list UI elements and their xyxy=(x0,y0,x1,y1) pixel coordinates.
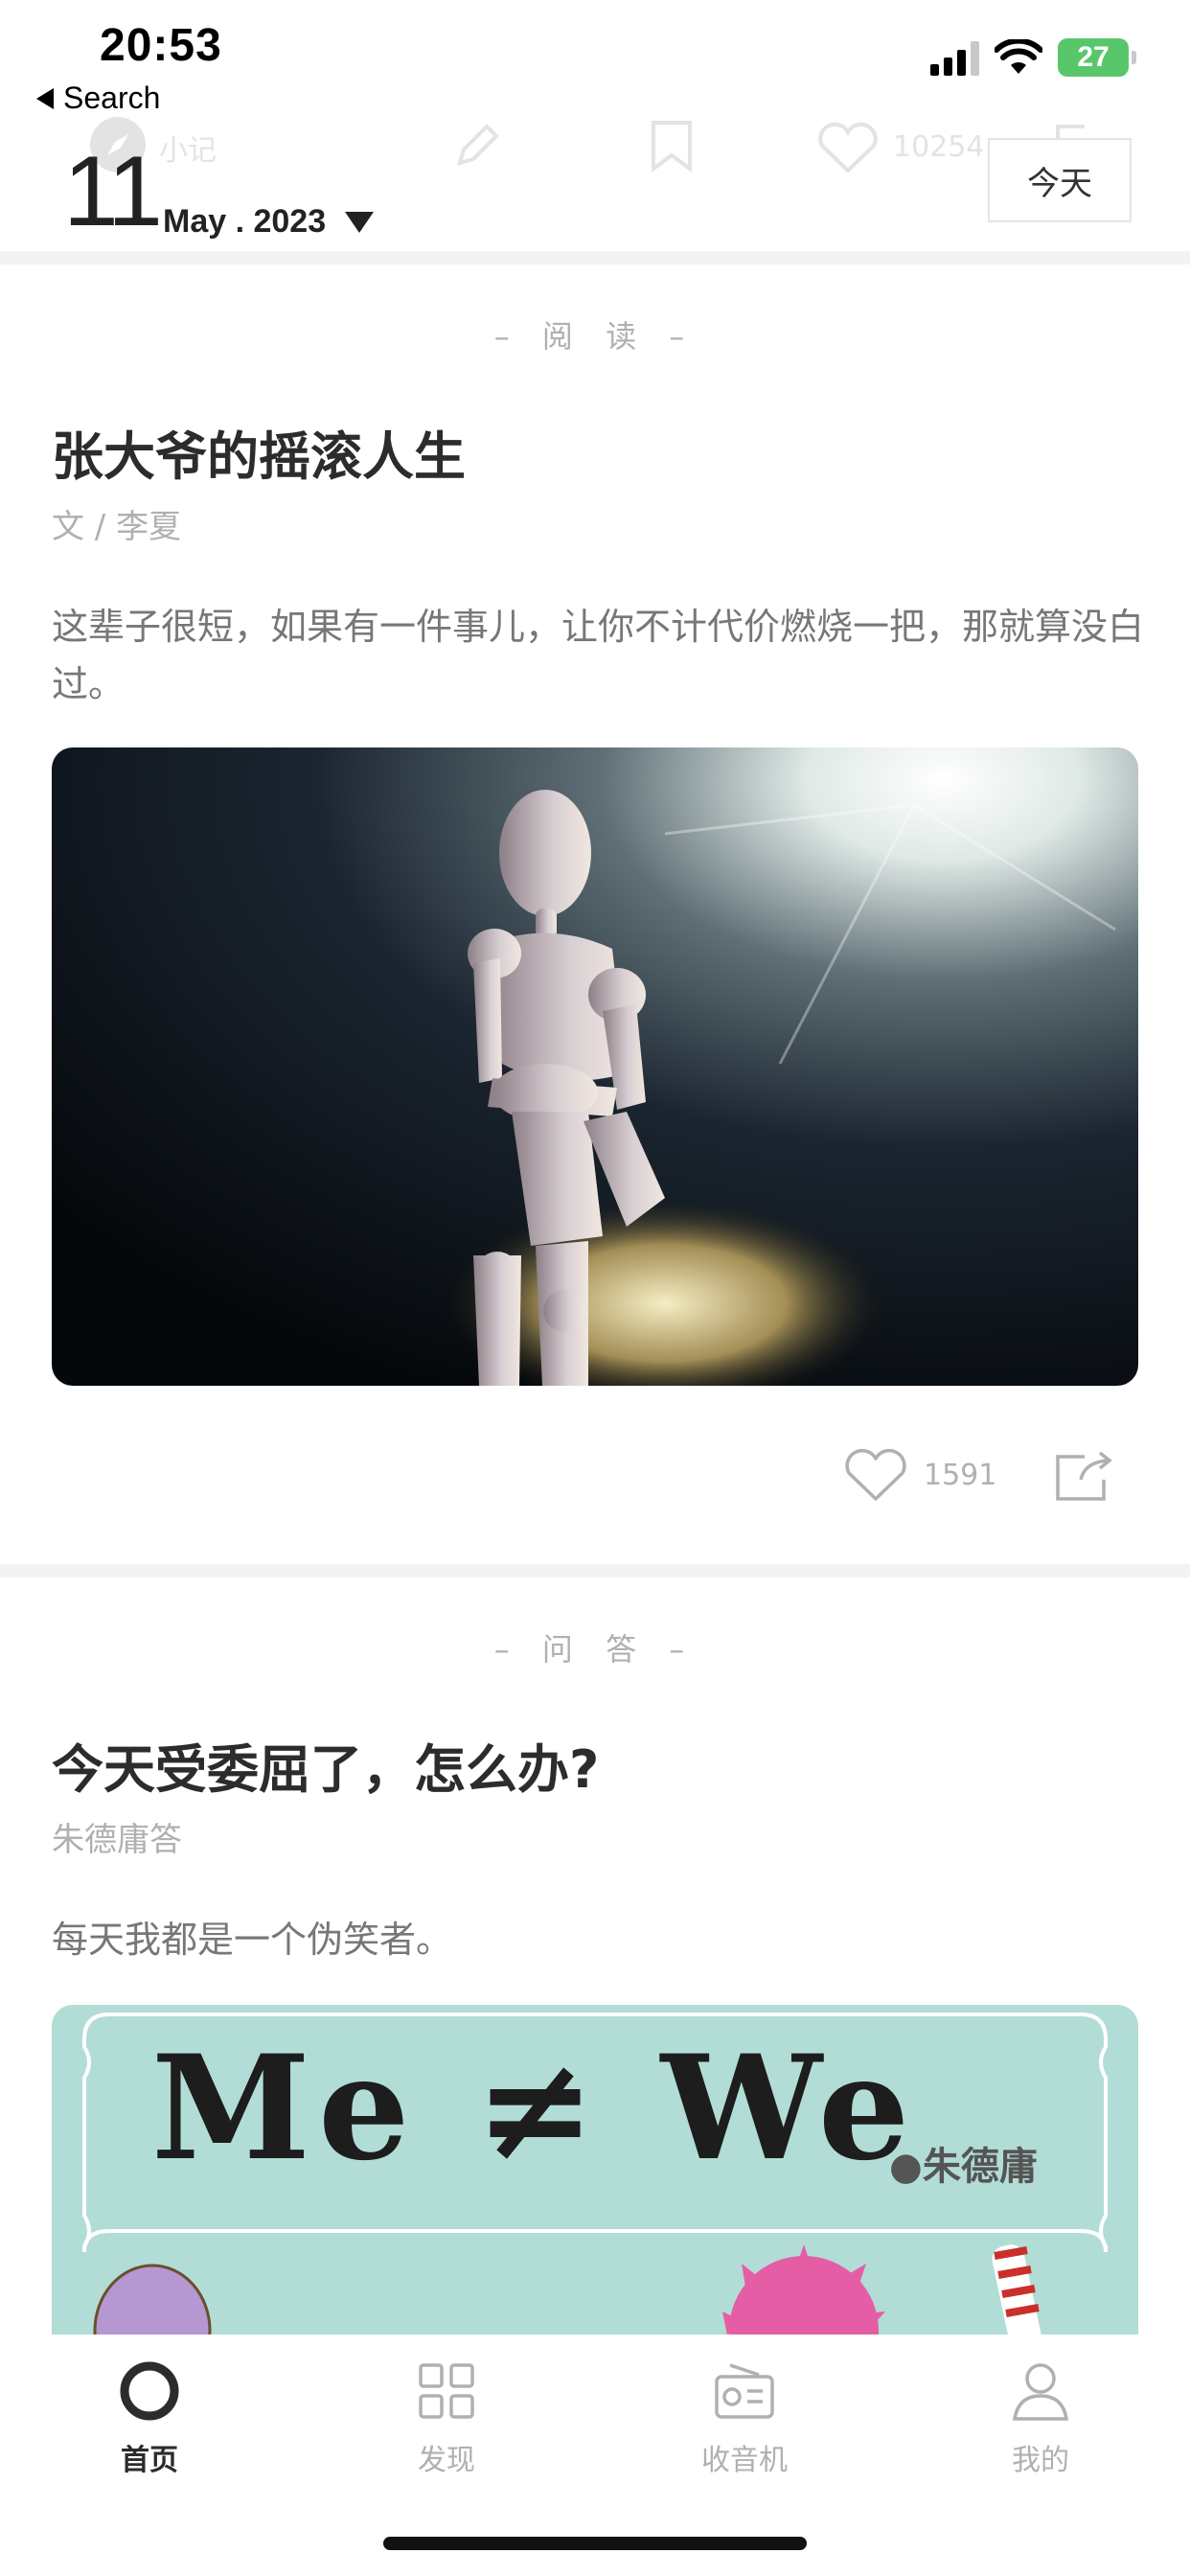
battery-icon: 27 xyxy=(1058,38,1136,77)
illustration-author: ●朱德庸 xyxy=(889,2144,1038,2189)
wifi-icon xyxy=(995,39,1042,74)
home-ring-icon xyxy=(120,2361,179,2421)
battery-level: 27 xyxy=(1077,41,1110,73)
article-excerpt: 这辈子很短，如果有一件事儿，让你不计代价燃烧一把，那就算没白过。 xyxy=(52,606,1145,705)
heart-icon xyxy=(845,1448,906,1501)
month-picker[interactable]: May . 2023 xyxy=(163,203,375,241)
back-to-search-button[interactable]: Search xyxy=(36,80,160,116)
status-bar: 20:53 Search 27 xyxy=(0,0,1190,125)
caret-down-icon xyxy=(345,211,375,233)
bookmark-icon xyxy=(652,121,692,172)
article-author: 文 / 李夏 xyxy=(52,508,182,546)
tab-discover[interactable]: 发现 xyxy=(341,2359,552,2478)
back-arrow-icon xyxy=(36,87,54,109)
article-author: 朱德庸答 xyxy=(52,1821,182,1859)
month-year-label: May . 2023 xyxy=(163,203,327,240)
grid-icon xyxy=(419,2363,474,2419)
category-label: – 问 答 – xyxy=(493,1631,697,1668)
section-divider xyxy=(0,1564,1190,1577)
section-divider xyxy=(0,251,1190,264)
pencil-icon xyxy=(457,124,499,166)
heart-outline-icon xyxy=(818,122,878,173)
article-excerpt: 每天我都是一个伪笑者。 xyxy=(52,1919,453,1961)
status-time: 20:53 xyxy=(100,20,222,71)
share-icon[interactable] xyxy=(1052,1449,1115,1505)
article-image[interactable]: Me ≠ We ●朱德庸 xyxy=(52,2005,1138,2340)
article-image[interactable] xyxy=(52,748,1138,1386)
tab-radio[interactable]: 收音机 xyxy=(639,2359,850,2478)
wooden-mannequin-image xyxy=(52,748,1138,1386)
like-count: 1591 xyxy=(924,1458,997,1492)
tab-label: 首页 xyxy=(121,2444,178,2477)
category-label: – 阅 读 – xyxy=(493,318,697,355)
tab-home[interactable]: 首页 xyxy=(44,2359,255,2478)
tab-profile[interactable]: 我的 xyxy=(935,2359,1146,2478)
faded-like-count: 10254 xyxy=(893,130,985,164)
tab-label: 收音机 xyxy=(701,2444,788,2477)
radio-icon xyxy=(715,2363,774,2419)
today-button[interactable]: 今天 xyxy=(988,138,1132,222)
user-icon xyxy=(1012,2363,1069,2421)
tab-label: 发现 xyxy=(418,2444,475,2477)
home-indicator xyxy=(383,2537,807,2550)
like-button[interactable]: 1591 xyxy=(843,1447,996,1503)
illustration-title: Me ≠ We xyxy=(151,2024,918,2193)
back-label: Search xyxy=(63,80,161,115)
date-day: 11 xyxy=(63,136,163,247)
tab-label: 我的 xyxy=(1012,2444,1069,2477)
faded-app-name: 小记 xyxy=(159,134,217,168)
article-title[interactable]: 张大爷的摇滚人生 xyxy=(52,414,466,490)
cellular-signal-icon xyxy=(930,39,979,76)
article-title[interactable]: 今天受委屈了，怎么办? xyxy=(52,1727,599,1803)
status-icons: 27 xyxy=(930,38,1136,77)
